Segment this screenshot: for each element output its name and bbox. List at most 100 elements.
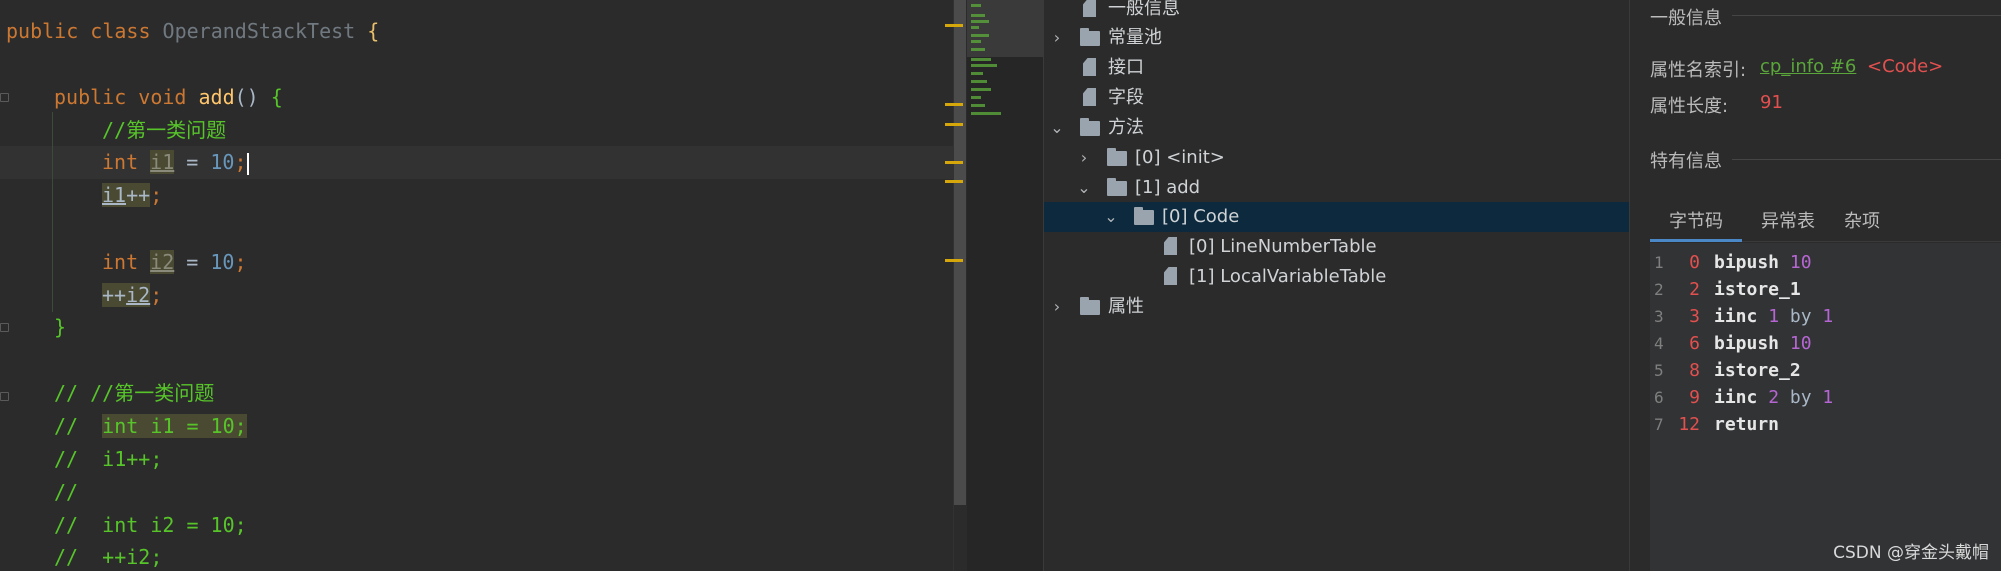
section-divider: [1732, 15, 2001, 16]
line-number: 6: [1654, 388, 1664, 407]
error-stripe-mark[interactable]: [945, 24, 963, 27]
bytecode-instruction: iinc 2 by 1: [1714, 384, 1833, 411]
operator: =: [174, 250, 211, 274]
code-line[interactable]: // //第一类问题: [54, 377, 214, 410]
operand: 1: [1822, 387, 1834, 408]
tree-item-method-init[interactable]: › [0] <init>: [1044, 143, 1629, 173]
code-line[interactable]: int i2 = 10;: [102, 246, 247, 279]
code-line[interactable]: // int i2 = 10;: [54, 509, 247, 542]
number: 10: [210, 150, 235, 174]
bytecode-line[interactable]: 5 8 istore_2: [1650, 357, 2001, 384]
tree-item-methods[interactable]: ⌄ 方法: [1044, 113, 1629, 143]
chevron-down-icon[interactable]: ⌄: [1049, 113, 1065, 143]
bytecode-view[interactable]: 1 0 bipush 10 2 2 istore_1 3 3 iinc 1 by 1 4 6 bipu…: [1650, 243, 2001, 571]
variable: i1: [102, 183, 127, 207]
error-stripe-mark[interactable]: [945, 123, 963, 126]
bytecode-line[interactable]: 2 2 istore_1: [1650, 276, 2001, 303]
minimap-line: [971, 58, 991, 61]
opcode: iinc: [1714, 306, 1758, 327]
attr-name-index-label: 属性名索引:: [1650, 60, 1747, 81]
chevron-right-icon[interactable]: ›: [1049, 292, 1065, 322]
comment: //: [54, 414, 103, 438]
bytecode-offset: 2: [1689, 279, 1700, 300]
method-name: add: [198, 85, 235, 109]
minimap-line: [971, 88, 991, 91]
chevron-right-icon[interactable]: ›: [1076, 143, 1092, 173]
code-editor[interactable]: public class OperandStackTest { public v…: [0, 0, 953, 571]
tree-item-general-info[interactable]: 一般信息: [1044, 0, 1629, 24]
editor-scrollbar[interactable]: [953, 0, 967, 571]
bytecode-line[interactable]: 7 12 return: [1650, 411, 2001, 438]
tree-item-attributes[interactable]: › 属性: [1044, 292, 1629, 322]
minimap-line: [971, 14, 985, 17]
tree-item-interfaces[interactable]: 接口: [1044, 53, 1629, 83]
line-number: 3: [1654, 307, 1664, 326]
error-stripe-mark[interactable]: [945, 180, 963, 183]
minimap-line: [971, 96, 981, 99]
tree-item-label: 一般信息: [1108, 0, 1180, 19]
tree-item-label: [1] LocalVariableTable: [1189, 266, 1387, 287]
chevron-down-icon[interactable]: ⌄: [1103, 202, 1119, 232]
bytecode-line[interactable]: 3 3 iinc 1 by 1: [1650, 303, 2001, 330]
variable: i2: [150, 250, 175, 274]
fold-marker[interactable]: [0, 392, 9, 401]
code-line[interactable]: // ++i2;: [54, 541, 162, 571]
operand: 1: [1822, 306, 1834, 327]
file-icon: [1083, 0, 1096, 17]
code-line[interactable]: }: [54, 311, 66, 344]
operand: 1: [1768, 306, 1780, 327]
tree-item-label: [0] LineNumberTable: [1189, 236, 1377, 257]
chevron-right-icon[interactable]: ›: [1049, 23, 1065, 53]
code-line[interactable]: // i1++;: [54, 443, 162, 476]
brace: {: [367, 19, 380, 43]
tree-item-constant-pool[interactable]: › 常量池: [1044, 23, 1629, 53]
minimap-line: [971, 40, 981, 43]
folder-icon: [1080, 118, 1100, 136]
error-stripe-mark[interactable]: [945, 259, 963, 262]
tree-item-line-number-table[interactable]: [0] LineNumberTable: [1044, 232, 1629, 262]
tree-item-method-add[interactable]: ⌄ [1] add: [1044, 173, 1629, 203]
code-line[interactable]: // int i1 = 10;: [54, 410, 247, 443]
fold-marker[interactable]: [0, 323, 9, 332]
code-line[interactable]: public void add() {: [54, 81, 283, 114]
code-line[interactable]: i1++;: [102, 179, 162, 212]
code-line[interactable]: //第一类问题: [102, 114, 226, 147]
error-stripe-mark[interactable]: [945, 103, 963, 106]
bytecode-line[interactable]: 4 6 bipush 10: [1650, 330, 2001, 357]
tab-exception-table[interactable]: 异常表: [1748, 205, 1828, 242]
cp-info-link[interactable]: cp_info #6: [1760, 56, 1856, 77]
chevron-down-icon[interactable]: ⌄: [1076, 173, 1092, 203]
code-minimap[interactable]: [967, 0, 1043, 571]
tab-bytecode[interactable]: 字节码: [1650, 205, 1742, 242]
code-line[interactable]: public class OperandStackTest {: [6, 15, 379, 48]
minimap-line: [971, 72, 983, 75]
file-icon: [1164, 267, 1177, 285]
tree-item-fields[interactable]: 字段: [1044, 83, 1629, 113]
tree-item-label: [1] add: [1135, 177, 1201, 198]
bytecode-line[interactable]: 6 9 iinc 2 by 1: [1650, 384, 2001, 411]
watermark: CSDN @穿金头戴帽: [1833, 543, 1989, 563]
code-line[interactable]: ++i2;: [102, 279, 162, 312]
error-stripe-mark[interactable]: [945, 161, 963, 164]
code-line[interactable]: //: [54, 476, 78, 509]
class-structure-tree[interactable]: 一般信息 › 常量池 接口 字段 ⌄ 方法 › [0] <init> ⌄ [1]…: [1043, 0, 1629, 571]
bytecode-offset: 3: [1689, 306, 1700, 327]
code-line[interactable]: int i1 = 10;: [102, 146, 249, 179]
indent-guide: [52, 112, 53, 312]
section-title-specific: 特有信息: [1650, 151, 1722, 172]
scrollbar-thumb[interactable]: [954, 0, 966, 505]
bytecode-line[interactable]: 1 0 bipush 10: [1650, 249, 2001, 276]
file-icon: [1164, 237, 1177, 255]
opcode: bipush: [1714, 333, 1780, 354]
comment: //: [54, 480, 79, 504]
minimap-line: [971, 64, 997, 67]
tree-item-local-variable-table[interactable]: [1] LocalVariableTable: [1044, 262, 1629, 292]
fold-marker[interactable]: [0, 93, 9, 102]
folder-icon: [1134, 207, 1154, 225]
tree-item-code[interactable]: ⌄ [0] Code: [1044, 202, 1629, 232]
line-number: 1: [1654, 253, 1664, 272]
comment: // //第一类问题: [54, 381, 215, 405]
minimap-line: [971, 80, 987, 83]
line-number: 5: [1654, 361, 1664, 380]
tab-misc[interactable]: 杂项: [1832, 205, 1892, 242]
